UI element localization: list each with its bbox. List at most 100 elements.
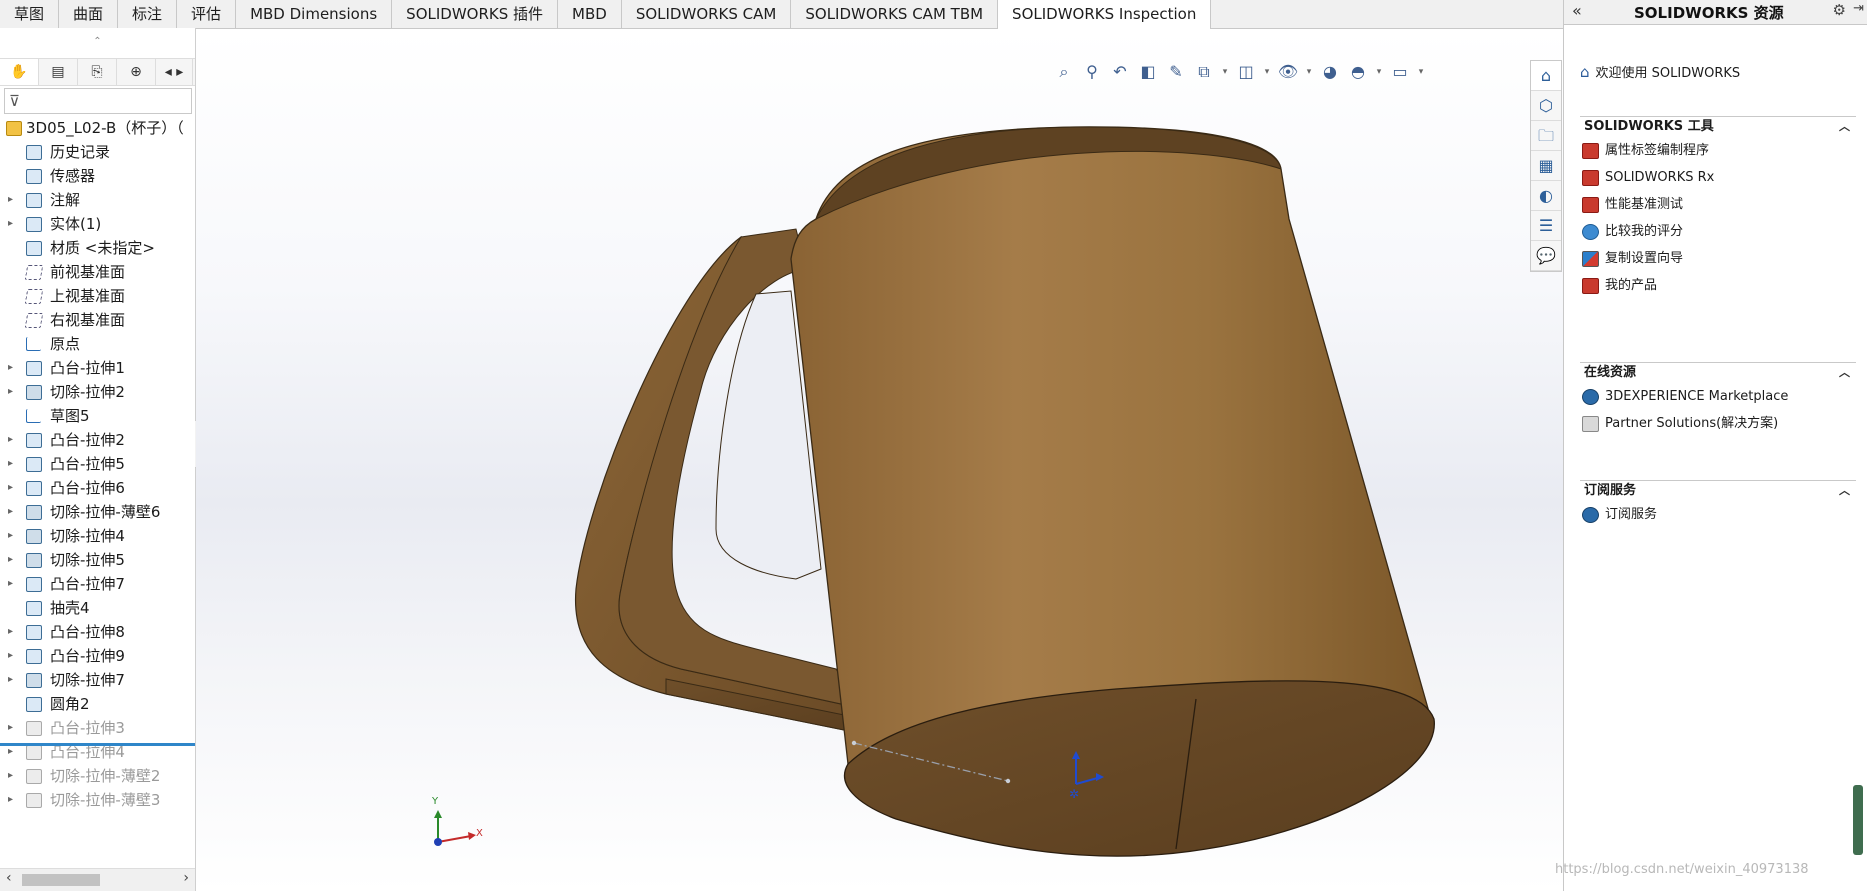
expand-arrow-icon[interactable]: ▸ [8,644,13,668]
tree-item[interactable]: ▸ 凸台-拉伸9 [0,644,195,668]
view-orientation-caret-icon[interactable]: ▾ [1220,61,1230,83]
zoom-to-fit-icon[interactable]: ⌕ [1052,61,1076,83]
tree-item[interactable]: 材质 <未指定> [0,236,195,260]
tab-surfaces[interactable]: 曲面 [59,0,119,28]
feature-manager-tab-icon[interactable]: ✋ [0,59,39,85]
previous-view-icon[interactable]: ↶ [1108,61,1132,83]
panel-grip[interactable]: ⌃ [0,28,195,56]
tree-item[interactable]: ▸ 实体(1) [0,212,195,236]
expand-arrow-icon[interactable]: ▸ [8,380,13,404]
section-header[interactable]: 在线资源 ︿ [1580,362,1856,383]
file-explorer-icon[interactable]: 🗀 [1531,121,1561,151]
gear-icon[interactable]: ⚙ [1833,1,1846,19]
expand-arrow-icon[interactable]: ▸ [8,212,13,236]
tab-annotation[interactable]: 标注 [118,0,178,28]
tab-mbd-dimensions[interactable]: MBD Dimensions [236,0,393,28]
tree-item[interactable]: 原点 [0,332,195,356]
expand-arrow-icon[interactable]: ▸ [8,356,13,380]
rollback-bar[interactable] [0,743,195,746]
tree-item[interactable]: ▸ 凸台-拉伸6 [0,476,195,500]
expand-arrow-icon[interactable]: ▸ [8,764,13,788]
compare-score-link[interactable]: 比较我的评分 [1580,218,1856,245]
expand-arrow-icon[interactable]: ▸ [8,548,13,572]
expand-arrow-icon[interactable]: ▸ [8,716,13,740]
tree-item-suppressed[interactable]: ▸ 切除-拉伸-薄壁3 [0,788,195,812]
apply-scene-icon[interactable]: ◓ [1346,61,1370,83]
property-manager-tab-icon[interactable]: ▤ [39,59,78,85]
property-tab-builder-link[interactable]: 属性标签编制程序 [1580,137,1856,164]
tree-filter-input[interactable]: ⊽ [4,88,192,114]
expand-arrow-icon[interactable]: ▸ [8,572,13,596]
tree-item[interactable]: 圆角2 [0,692,195,716]
expand-arrow-icon[interactable]: ▸ [8,788,13,812]
tree-item[interactable]: ▸ 切除-拉伸2 [0,380,195,404]
hide-show-items-icon[interactable]: 👁 [1276,61,1300,83]
expand-arrow-icon[interactable]: ▸ [8,620,13,644]
tab-sketch[interactable]: 草图 [0,0,60,28]
expand-arrow-icon[interactable]: ▸ [8,452,13,476]
section-header[interactable]: 订阅服务 ︿ [1580,480,1856,501]
hide-show-caret-icon[interactable]: ▾ [1304,61,1314,83]
subscription-services-link[interactable]: 订阅服务 [1580,501,1856,528]
scroll-left-icon[interactable]: ‹ [6,870,12,886]
chevron-up-icon[interactable]: ︿ [1839,117,1850,137]
expand-arrow-icon[interactable]: ▸ [8,668,13,692]
tree-item[interactable]: 传感器 [0,164,195,188]
design-library-icon[interactable]: ⬡ [1531,91,1561,121]
tree-item[interactable]: 上视基准面 [0,284,195,308]
tab-solidworks-cam-tbm[interactable]: SOLIDWORKS CAM TBM [791,0,999,28]
expand-arrow-icon[interactable]: ▸ [8,428,13,452]
tab-scroll-arrows-icon[interactable]: ◂ ▸ [156,59,193,85]
expand-arrow-icon[interactable]: ▸ [8,500,13,524]
tree-item[interactable]: ▸ 凸台-拉伸5 [0,452,195,476]
tree-root-part[interactable]: 3D05_L02-B（杯子）（ [0,116,195,140]
forum-icon[interactable]: 💬 [1531,241,1561,271]
tree-item[interactable]: 抽壳4 [0,596,195,620]
welcome-link[interactable]: ⌂ 欢迎使用 SOLIDWORKS [1580,62,1740,81]
custom-properties-icon[interactable]: ☰ [1531,211,1561,241]
copy-settings-wizard-link[interactable]: 复制设置向导 [1580,245,1856,272]
tab-solidworks-inspection[interactable]: SOLIDWORKS Inspection [998,0,1212,30]
tree-item[interactable]: ▸ 凸台-拉伸7 [0,572,195,596]
tree-item[interactable]: ▸ 切除-拉伸7 [0,668,195,692]
tab-solidworks-addins[interactable]: SOLIDWORKS 插件 [392,0,559,28]
appearances-icon[interactable]: ◐ [1531,181,1561,211]
tree-item-suppressed[interactable]: ▸ 切除-拉伸-薄壁2 [0,764,195,788]
tree-item[interactable]: ▸ 切除-拉伸5 [0,548,195,572]
view-palette-icon[interactable]: ▦ [1531,151,1561,181]
tree-item[interactable]: 右视基准面 [0,308,195,332]
section-view-icon[interactable]: ◧ [1136,61,1160,83]
expand-arrow-icon[interactable]: ▸ [8,476,13,500]
dimxpert-tab-icon[interactable]: ⊕ [117,59,156,85]
marketplace-link[interactable]: 3DEXPERIENCE Marketplace [1580,383,1856,410]
tree-item[interactable]: ▸ 凸台-拉伸8 [0,620,195,644]
chevron-up-icon[interactable]: ︿ [1839,363,1850,383]
my-products-link[interactable]: 我的产品 [1580,272,1856,299]
tab-mbd[interactable]: MBD [558,0,622,28]
expand-arrow-icon[interactable]: ▸ [8,188,13,212]
collapse-panel-icon[interactable]: « [1572,1,1582,20]
partner-solutions-link[interactable]: Partner Solutions(解决方案) [1580,410,1856,437]
dynamic-annotation-icon[interactable]: ✎ [1164,61,1188,83]
tree-item[interactable]: ▸ 凸台-拉伸1 [0,356,195,380]
graphics-scroll-indicator[interactable] [1853,785,1863,855]
expand-arrow-icon[interactable]: ▸ [8,524,13,548]
scroll-right-icon[interactable]: › [183,870,189,886]
scene-caret-icon[interactable]: ▾ [1374,61,1384,83]
section-header[interactable]: SOLIDWORKS 工具 ︿ [1580,116,1856,137]
benchmark-link[interactable]: 性能基准测试 [1580,191,1856,218]
tab-solidworks-cam[interactable]: SOLIDWORKS CAM [622,0,792,28]
chevron-up-icon[interactable]: ︿ [1839,481,1850,501]
display-style-icon[interactable]: ◫ [1234,61,1258,83]
tree-item[interactable]: ▸ 切除-拉伸-薄壁6 [0,500,195,524]
pin-icon[interactable]: ⇥ [1853,1,1864,16]
graphics-area[interactable]: ✲ ⌕ ⚲ ↶ ◧ ✎ ⧉ ▾ ◫ ▾ 👁 ▾ ◕ ◓ ▾ ▭ ▾ Y X [196,29,1563,891]
tree-item[interactable]: ▸ 切除-拉伸4 [0,524,195,548]
configuration-manager-tab-icon[interactable]: ⎘ [78,59,117,85]
tab-evaluate[interactable]: 评估 [177,0,237,28]
horizontal-scrollbar[interactable]: ‹ › [0,868,195,891]
edit-appearance-icon[interactable]: ◕ [1318,61,1342,83]
zoom-to-area-icon[interactable]: ⚲ [1080,61,1104,83]
view-orientation-icon[interactable]: ⧉ [1192,61,1216,83]
scroll-thumb[interactable] [22,874,100,886]
